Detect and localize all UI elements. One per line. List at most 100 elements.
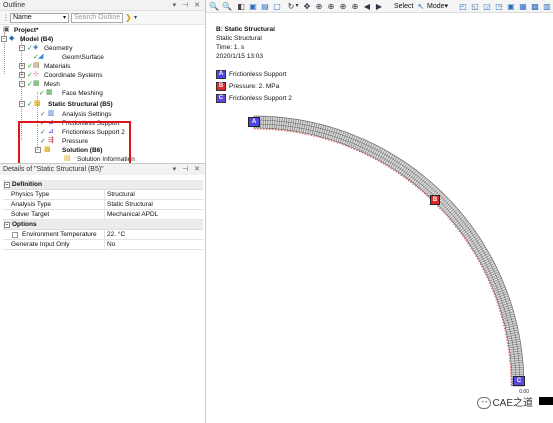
outline-tree: ▣ Project* − ◆ Model (B4) − ✓ ◈ Geometry…: [0, 25, 205, 163]
surface-icon: ◢: [38, 53, 44, 60]
details-title-bar: Details of "Static Structural (B5)" ▾ ⊣ …: [0, 164, 205, 175]
pan-icon[interactable]: ✥: [302, 1, 312, 12]
previous-view-icon[interactable]: ◀: [362, 1, 372, 12]
search-outline-input[interactable]: Search Outline: [71, 13, 123, 23]
expand-icon[interactable]: +: [19, 63, 25, 69]
collapse-icon[interactable]: −: [19, 81, 25, 87]
expand-filter-icon[interactable]: ❯: [125, 13, 132, 23]
graphics-toolbar: 🔍 🔍 ◧ ▣ ▤ ▢ ↻ ▾ ✥ ⊕ ⊕ ⊕ ⊕ ◀ ▶ Select ↖ M…: [206, 0, 553, 13]
details-row-analysis-type[interactable]: Analysis Type Static Structural: [3, 200, 203, 210]
triad-block: [539, 397, 553, 405]
check-icon: ✓: [27, 63, 33, 70]
check-icon: ✓: [27, 45, 33, 52]
chevron-down-icon[interactable]: ▾: [294, 1, 300, 12]
check-icon: ✓: [27, 81, 33, 88]
tree-item-analysis-settings[interactable]: ✓ ▥ Analysis Settings: [0, 110, 200, 119]
collapse-icon[interactable]: −: [1, 36, 7, 42]
tree-item-geometry[interactable]: − ✓ ◈ Geometry: [0, 44, 200, 53]
select-face-icon[interactable]: ◲: [482, 1, 492, 12]
left-panel: Outline ▾ ⊣ ✕ ⋮ Name ▾ Search Outline ❯ …: [0, 0, 206, 423]
collapse-icon[interactable]: −: [4, 182, 10, 188]
view-frame-icon[interactable]: ▢: [272, 1, 282, 12]
analysis-subtitle: Static Structural: [216, 35, 262, 42]
coordinate-icon: ⊹: [33, 71, 39, 78]
select-extend-icon[interactable]: ▥: [542, 1, 552, 12]
details-title: Details of "Static Structural (B5)": [3, 166, 104, 173]
outline-window-controls[interactable]: ▾ ⊣ ✕: [173, 0, 202, 11]
marker-c-frictionless-support-2[interactable]: C: [513, 376, 525, 386]
tree-item-static-structural[interactable]: − ✓ ▩ Static Structural (B5): [0, 100, 200, 109]
zoom-out-icon[interactable]: 🔍: [222, 1, 232, 12]
select-mesh-icon[interactable]: ▩: [530, 1, 540, 12]
magnifier-icon[interactable]: ⊕: [350, 1, 360, 12]
project-icon: ▣: [3, 26, 10, 33]
tree-item-model[interactable]: − ◆ Model (B4): [0, 35, 200, 44]
details-row-environment-temperature[interactable]: Environment Temperature 22. °C: [3, 230, 203, 240]
collapse-icon[interactable]: −: [19, 45, 25, 51]
details-row-solver-target[interactable]: Solver Target Mechanical APDL: [3, 210, 203, 220]
marker-b-pressure[interactable]: B: [430, 195, 440, 205]
tree-item-mesh[interactable]: − ✓ ▦ Mesh: [0, 80, 200, 89]
name-filter-select[interactable]: Name ▾: [10, 13, 69, 23]
graphics-viewport[interactable]: B: Static Structural Static Structural T…: [206, 14, 553, 423]
marker-a-frictionless-support[interactable]: A: [248, 117, 260, 127]
section-definition[interactable]: − Definition: [3, 180, 203, 190]
zoom-in-icon[interactable]: ⊕: [314, 1, 324, 12]
filter-icon[interactable]: ⋮: [2, 13, 10, 23]
chevron-down-icon: ▾: [62, 15, 66, 21]
view-solid-icon[interactable]: ▤: [260, 1, 270, 12]
check-icon: ✓: [40, 111, 46, 118]
details-row-physics-type[interactable]: Physics Type Structural: [3, 190, 203, 200]
analysis-date: 2020/1/15 13:03: [216, 53, 263, 60]
zoom-fit-icon[interactable]: ⊕: [338, 1, 348, 12]
static-structural-icon: ▩: [34, 100, 41, 107]
analysis-time: Time: 1. s: [216, 44, 245, 51]
materials-icon: ▤: [33, 62, 40, 69]
select-menu[interactable]: Select: [394, 1, 413, 12]
details-row-generate-input-only[interactable]: Generate Input Only No: [3, 240, 203, 250]
tree-item-geom-surface[interactable]: ✓ ◢ Geom\Surface: [0, 53, 200, 62]
outline-title-bar: Outline ▾ ⊣ ✕: [0, 0, 205, 11]
mode-dropdown[interactable]: Mode▾: [427, 1, 448, 12]
face-meshing-icon: ▦: [46, 89, 53, 96]
highlight-box: [18, 121, 131, 163]
section-options[interactable]: − Options: [3, 220, 203, 230]
legend-swatch-c: C: [216, 94, 226, 103]
details-window-controls[interactable]: ▾ ⊣ ✕: [173, 164, 202, 175]
select-vertex-icon[interactable]: ◰: [458, 1, 468, 12]
analysis-settings-icon: ▥: [48, 110, 55, 117]
view-box-icon[interactable]: ▣: [248, 1, 258, 12]
options-dropdown-icon[interactable]: ▾: [134, 13, 137, 23]
tree-item-coordinate-systems[interactable]: + ✓ ⊹ Coordinate Systems: [0, 71, 200, 80]
mesh-icon: ▦: [33, 80, 40, 87]
cube-icon[interactable]: ◧: [236, 1, 246, 12]
select-mode-icon[interactable]: ↖: [416, 1, 426, 12]
geometry-icon: ◈: [33, 44, 39, 51]
select-node-icon[interactable]: ▣: [506, 1, 516, 12]
next-view-icon[interactable]: ▶: [374, 1, 384, 12]
tree-item-project[interactable]: ▣ Project*: [0, 26, 200, 35]
select-element-icon[interactable]: ▦: [518, 1, 528, 12]
curved-mesh-band[interactable]: [253, 115, 525, 387]
check-icon: ✓: [27, 101, 33, 108]
parameter-checkbox[interactable]: [12, 232, 18, 238]
zoom-box-icon[interactable]: ⊕: [326, 1, 336, 12]
legend-swatch-b: B: [216, 82, 226, 91]
legend-swatch-a: A: [216, 70, 226, 79]
tree-item-materials[interactable]: + ✓ ▤ Materials: [0, 62, 200, 71]
collapse-icon[interactable]: −: [4, 222, 10, 228]
select-edge-icon[interactable]: ◱: [470, 1, 480, 12]
check-icon: ✓: [27, 72, 33, 79]
analysis-title: B: Static Structural: [216, 26, 275, 33]
tree-item-face-meshing[interactable]: ✓ ▦ Face Meshing: [0, 89, 200, 98]
details-table: − Definition Physics Type Structural Ana…: [3, 180, 203, 250]
collapse-icon[interactable]: −: [19, 101, 25, 107]
select-body-icon[interactable]: ◳: [494, 1, 504, 12]
outline-title: Outline: [3, 2, 26, 9]
pressure-edge-line: [254, 128, 512, 386]
pressure-edge: [254, 128, 512, 386]
wechat-icon: ◔◔: [477, 397, 491, 409]
watermark: CAE之道: [492, 398, 533, 409]
zoom-icon[interactable]: 🔍: [209, 1, 219, 12]
expand-icon[interactable]: +: [19, 72, 25, 78]
